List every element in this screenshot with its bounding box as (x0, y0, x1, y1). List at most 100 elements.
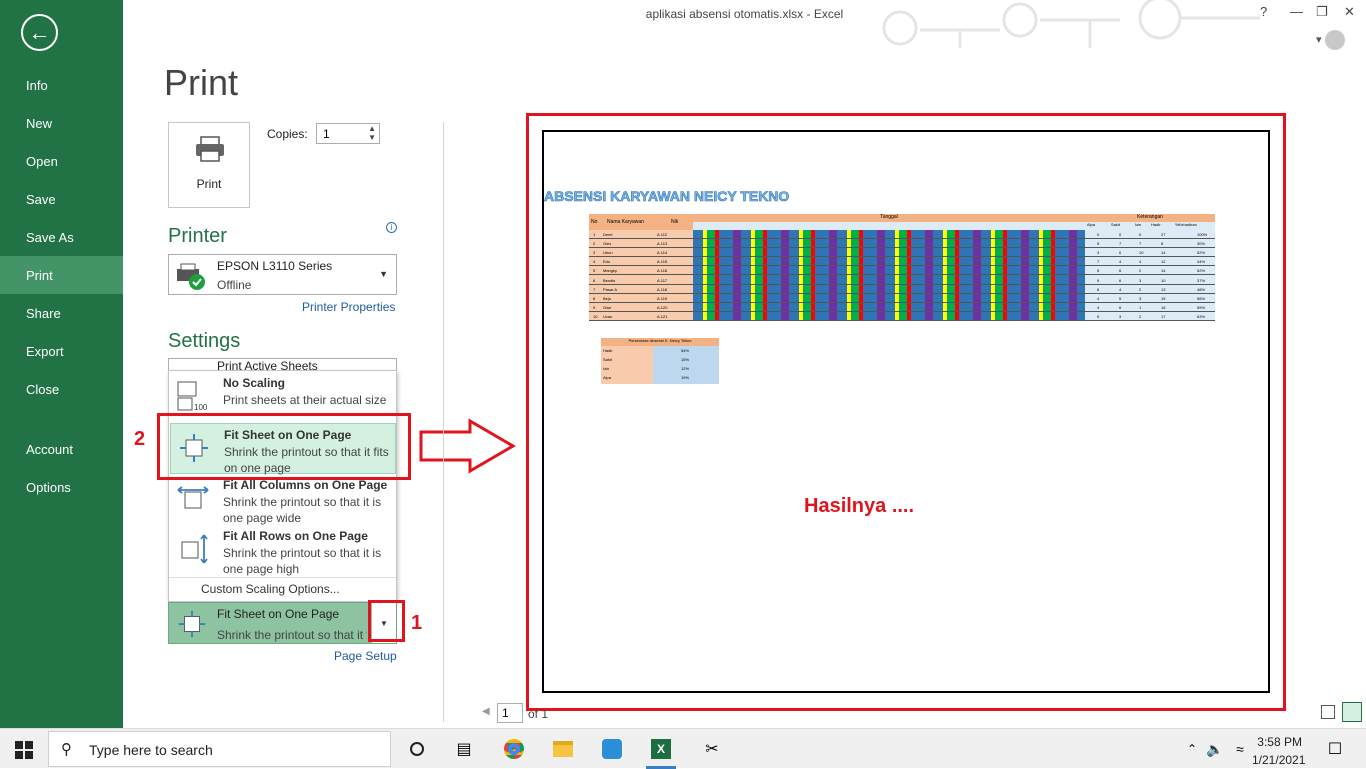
zoom-to-page-icon[interactable] (1342, 702, 1362, 722)
task-view-icon[interactable]: ▤ (449, 735, 479, 763)
pct-label: Izin (603, 366, 610, 371)
table-row: 3 Ubun A.114 3 0 10 14 52% (589, 248, 1215, 258)
chevron-down-icon: ▼ (379, 269, 388, 279)
nav-item-info[interactable]: Info (0, 66, 123, 104)
help-icon[interactable]: ? (1260, 4, 1267, 19)
row-izin: 7 (1139, 241, 1142, 247)
row-no: 10 (593, 313, 598, 319)
account-avatar-icon[interactable]: ▾ (1316, 30, 1356, 50)
step-1-label: 1 (411, 612, 423, 634)
scaling-select[interactable]: Fit Sheet on One Page Shrink the printou… (168, 602, 397, 644)
nav-item-options[interactable]: Options (0, 468, 123, 506)
row-izin: 3 (1139, 295, 1142, 301)
nav-item-close[interactable]: Close (0, 370, 123, 408)
row-name: Edo (603, 259, 611, 265)
table-row: 2 Gies A.113 5 7 7 8 30% (589, 239, 1215, 249)
row-hadir: 16 (1161, 304, 1166, 310)
excel-icon[interactable]: X (646, 735, 676, 763)
printer-select[interactable]: EPSON L3110 Series Offline ▼ (168, 254, 397, 295)
copies-label: Copies: (267, 127, 308, 141)
menu-item-title: Fit All Columns on One Page (223, 478, 388, 492)
highlight-box-fit-sheet (157, 413, 411, 480)
table-row: 5 Mangky A.116 5 6 2 14 52% (589, 266, 1215, 276)
show-margins-icon[interactable] (1321, 705, 1335, 719)
menu-item-fit-rows[interactable]: Fit All Rows on One Page Shrink the prin… (170, 525, 396, 576)
printer-properties-link[interactable]: Printer Properties (302, 300, 395, 314)
row-name: Bejo (603, 295, 612, 301)
menu-item-desc: Shrink the printout so that it is one pa… (223, 495, 382, 525)
scaling-dropdown-menu: 100 No Scaling Print sheets at their act… (168, 370, 397, 602)
nav-item-new[interactable]: New (0, 104, 123, 142)
printer-name: EPSON L3110 Series (217, 259, 333, 273)
close-icon[interactable]: ✕ (1344, 4, 1355, 20)
notification-icon[interactable]: ☐ (1320, 735, 1350, 763)
row-name: Pasar A (603, 286, 618, 292)
back-arrow-icon[interactable]: ← (21, 14, 58, 51)
scaling-select-title: Fit Sheet on One Page (217, 607, 340, 621)
video-editor-icon[interactable] (597, 735, 627, 763)
no-scaling-icon: 100 (177, 381, 208, 412)
row-no: 5 (593, 268, 596, 274)
page-number-input[interactable]: 1 (497, 703, 523, 723)
page-setup-link[interactable]: Page Setup (334, 649, 397, 663)
taskbar-clock[interactable]: 3:58 PM 1/21/2021 (1252, 733, 1306, 769)
summary-header: Alpa Sakit Izin Hadir %Kehadiran (1085, 222, 1215, 230)
row-alpa: 4 (1097, 295, 1100, 301)
row-sakit: 5 (1119, 295, 1122, 301)
print-button[interactable]: Print (168, 122, 250, 208)
menu-item-title: Fit All Rows on One Page (223, 529, 368, 543)
menu-item-fit-columns[interactable]: Fit All Columns on One Page Shrink the p… (170, 474, 396, 525)
network-icon[interactable]: ≈ (1225, 735, 1255, 763)
custom-scaling-options[interactable]: Custom Scaling Options... (201, 582, 340, 596)
attendance-table: No Nama Karyawan Nik Tanggal Keterangan … (589, 214, 1215, 321)
print-button-label: Print (196, 177, 222, 191)
menu-item-desc: Print sheets at their actual size (223, 393, 387, 407)
row-no: 9 (593, 304, 596, 310)
nav-item-save[interactable]: Save (0, 180, 123, 218)
page-title: Print (164, 62, 239, 103)
row-alpa: 5 (1097, 241, 1100, 247)
row-nik: A.114 (657, 250, 668, 256)
cortana-icon[interactable] (402, 735, 432, 763)
pct-label: Alpa (603, 375, 612, 380)
result-annotation: Hasilnya .... (804, 495, 915, 517)
nav-item-share[interactable]: Share (0, 294, 123, 332)
nav-item-print[interactable]: Print (0, 256, 123, 294)
windows-start-icon[interactable] (15, 741, 33, 759)
row-nik: A.119 (657, 295, 668, 301)
file-explorer-icon[interactable] (548, 735, 578, 763)
row-izin: 4 (1139, 259, 1142, 265)
row-hadir: 12 (1161, 259, 1166, 265)
row-sakit: 4 (1119, 286, 1122, 292)
row-alpa: 3 (1097, 250, 1100, 256)
row-pct: 52% (1197, 250, 1206, 256)
pct-label: Sakit (603, 357, 612, 362)
prev-page-icon[interactable]: ◀ (482, 706, 490, 717)
header-tanggal: Tanggal (693, 214, 1085, 222)
info-icon[interactable]: i (386, 222, 397, 233)
settings-heading: Settings (168, 330, 241, 352)
row-hadir: 8 (1161, 241, 1164, 247)
nav-item-account[interactable]: Account (0, 430, 123, 468)
row-izin: 10 (1139, 250, 1144, 256)
clock-date: 1/21/2021 (1252, 753, 1306, 767)
nav-item-save-as[interactable]: Save As (0, 218, 123, 256)
row-nik: A.121 (657, 313, 668, 319)
restore-icon[interactable]: ❐ (1316, 4, 1328, 20)
row-hadir: 10 (1161, 277, 1166, 283)
nav-item-export[interactable]: Export (0, 332, 123, 370)
taskbar-search-input[interactable]: Type here to search (48, 731, 391, 767)
chrome-icon[interactable] (499, 735, 529, 763)
highlight-box-dropdown (368, 600, 405, 642)
day-number-row (693, 222, 1085, 230)
spinner-icon[interactable]: ▲ ▼ (368, 124, 376, 142)
minimize-icon[interactable]: — (1290, 4, 1303, 19)
row-nik: A.115 (657, 259, 668, 265)
row-hadir: 14 (1161, 250, 1166, 256)
snipping-tool-icon[interactable]: ✂ (697, 735, 727, 763)
copies-input[interactable]: 1 ▲ ▼ (316, 123, 380, 144)
nav-item-open[interactable]: Open (0, 142, 123, 180)
sheet-title: ABSENSI KARYAWAN NEICY TEKNO (544, 188, 790, 205)
table-row: 8 Bejo A.119 4 5 3 15 56% (589, 294, 1215, 303)
pane-divider (443, 122, 444, 722)
